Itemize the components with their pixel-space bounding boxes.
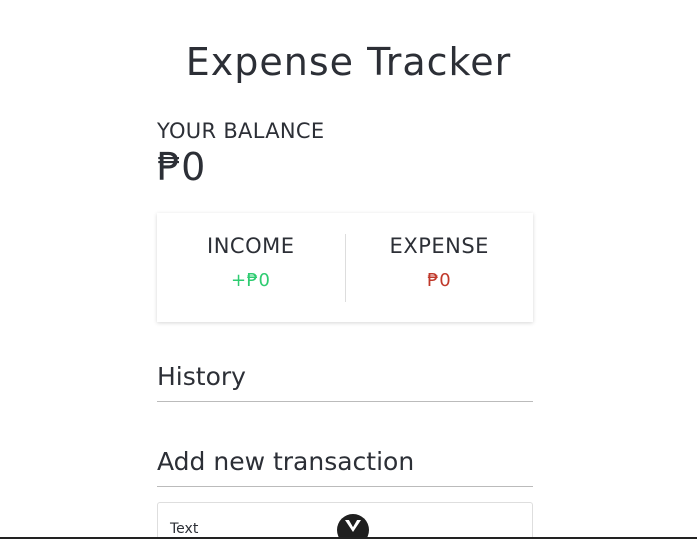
expense-column: EXPENSE ₱0 <box>346 234 534 302</box>
history-title: History <box>157 362 533 402</box>
income-amount: +₱0 <box>231 269 271 291</box>
vue-devtools-icon <box>345 520 361 532</box>
balance-value: ₱0 <box>157 145 206 189</box>
expense-amount: ₱0 <box>427 269 452 291</box>
vue-devtools-button[interactable] <box>337 514 369 539</box>
income-column: INCOME +₱0 <box>157 234 345 302</box>
balance-label: YOUR BALANCE <box>157 119 325 143</box>
expense-tracker-page: Expense Tracker YOUR BALANCE ₱0 INCOME +… <box>0 0 697 539</box>
income-label: INCOME <box>207 233 295 258</box>
add-transaction-title: Add new transaction <box>157 447 533 487</box>
expense-label: EXPENSE <box>389 233 489 258</box>
app-title: Expense Tracker <box>185 40 512 84</box>
text-field-label: Text <box>170 521 199 537</box>
income-expense-card: INCOME +₱0 EXPENSE ₱0 <box>157 213 533 322</box>
